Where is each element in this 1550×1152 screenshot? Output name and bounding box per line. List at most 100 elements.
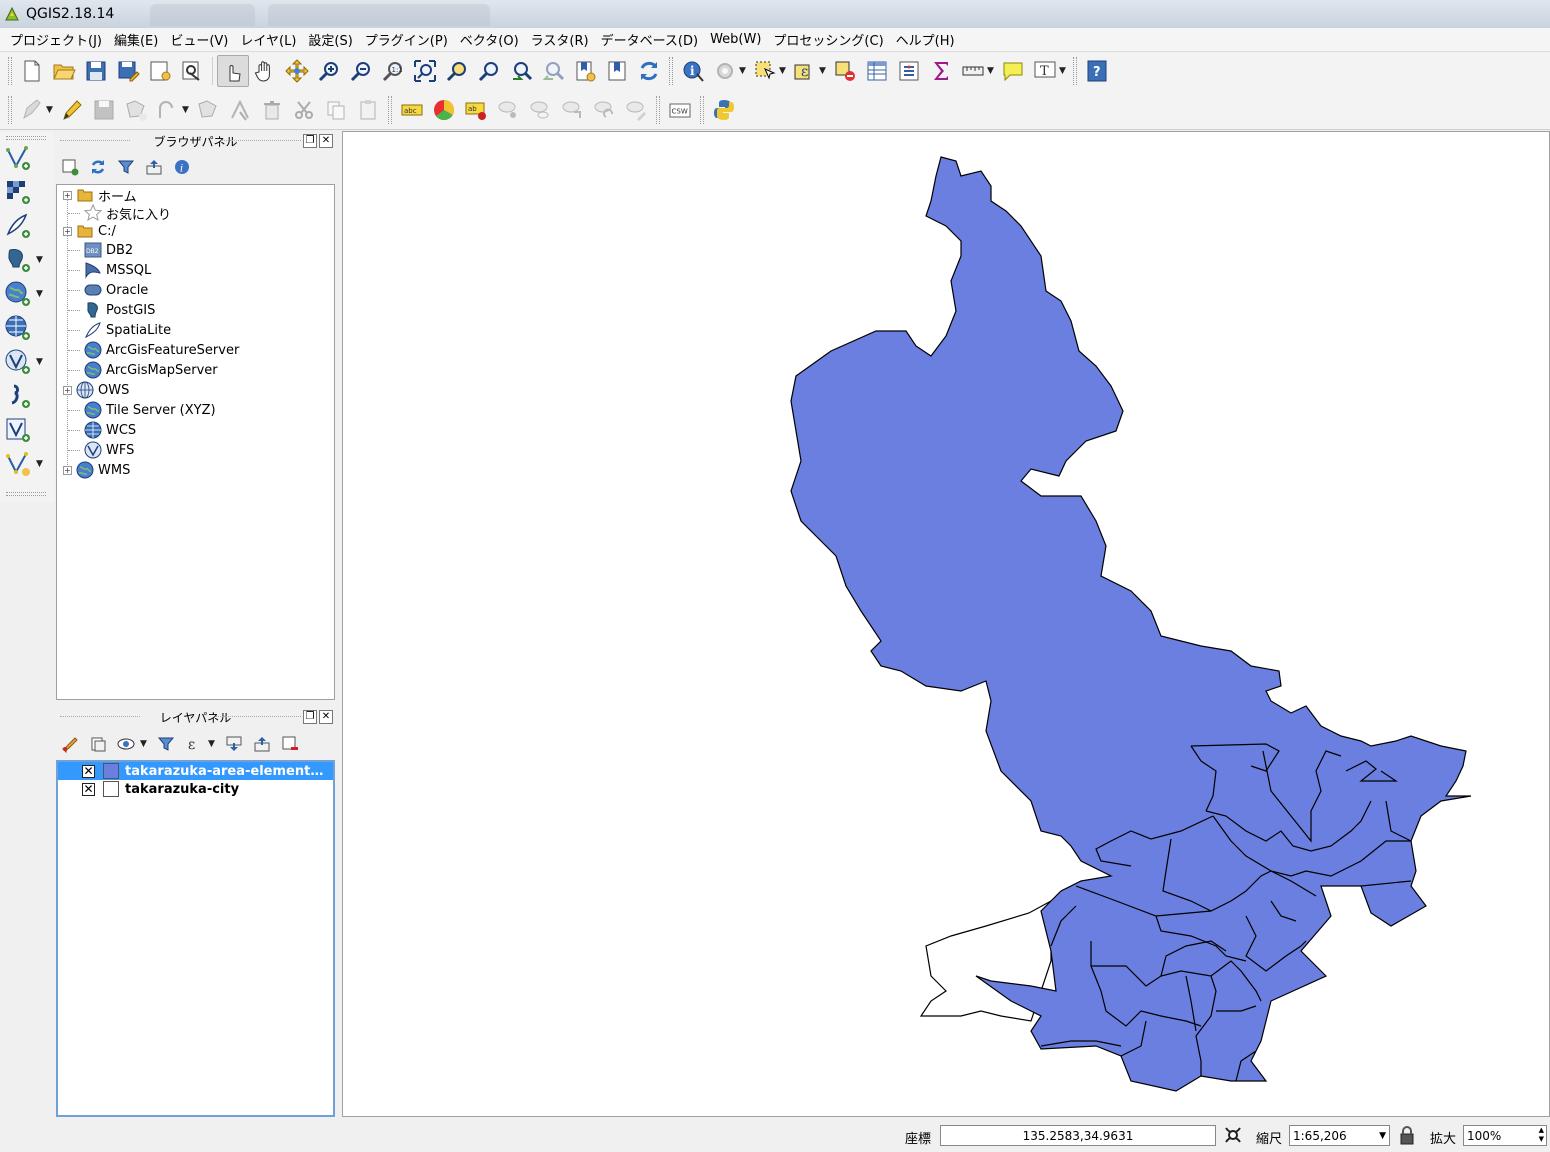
layer-row-takarazuka-area-element[interactable]: ✕ takarazuka-area-element…: [58, 762, 333, 780]
menu-edit[interactable]: 編集(E): [108, 30, 164, 49]
layer-visibility-checkbox[interactable]: ✕: [82, 782, 95, 796]
paste-features-button[interactable]: [352, 94, 384, 126]
save-as-button[interactable]: [112, 55, 144, 87]
open-attribute-table-button[interactable]: [861, 55, 893, 87]
chevron-down-icon[interactable]: ▼: [36, 289, 44, 299]
lock-scale-icon[interactable]: [1396, 1124, 1418, 1146]
filter-legend-button[interactable]: [154, 732, 178, 756]
remove-layer-button[interactable]: [278, 732, 302, 756]
toolbar-grip[interactable]: [8, 57, 12, 85]
new-shapefile-layer-button[interactable]: ▼: [4, 448, 50, 480]
collapse-all-button[interactable]: [142, 155, 166, 179]
layer-labeling-options-button[interactable]: abc: [396, 94, 428, 126]
highlight-pinned-labels-button[interactable]: ab: [460, 94, 492, 126]
rotate-label-button[interactable]: [588, 94, 620, 126]
layer-symbol-swatch[interactable]: [103, 763, 119, 779]
move-label-button[interactable]: [556, 94, 588, 126]
enable-properties-button[interactable]: i: [170, 155, 194, 179]
menu-project[interactable]: プロジェクト(J): [4, 30, 108, 49]
new-bookmark-button[interactable]: [569, 55, 601, 87]
show-bookmarks-button[interactable]: [601, 55, 633, 87]
add-vector-layer-button[interactable]: [4, 142, 50, 174]
statistical-summary-button[interactable]: [925, 55, 957, 87]
zoom-in-button[interactable]: [313, 55, 345, 87]
float-panel-button[interactable]: ❐: [303, 710, 317, 724]
select-features-button[interactable]: [749, 55, 781, 87]
browser-item-db2[interactable]: DB2 DB2: [57, 239, 133, 261]
chevron-down-icon[interactable]: ▼: [36, 255, 44, 265]
zoom-to-layer-button[interactable]: [473, 55, 505, 87]
help-contents-button[interactable]: ?: [1081, 55, 1113, 87]
toolbar-grip[interactable]: [8, 95, 12, 124]
add-delimited-text-layer-button[interactable]: [4, 380, 50, 412]
scale-combobox[interactable]: 1:65,206 ▼: [1289, 1125, 1390, 1146]
copy-features-button[interactable]: [320, 94, 352, 126]
layer-visibility-checkbox[interactable]: ✕: [82, 764, 95, 778]
filter-by-expression-button[interactable]: ε: [182, 732, 206, 756]
browser-refresh-button[interactable]: [86, 155, 110, 179]
layer-styling-button[interactable]: [58, 732, 82, 756]
menu-layer[interactable]: レイヤ(L): [234, 30, 302, 49]
manage-map-themes-button[interactable]: [114, 732, 138, 756]
add-wms-layer-button[interactable]: ▼: [4, 278, 50, 310]
chevron-down-icon[interactable]: ▼: [140, 739, 148, 749]
chevron-down-icon[interactable]: ▼: [36, 459, 44, 469]
add-spatialite-layer-button[interactable]: [4, 210, 50, 242]
deselect-features-button[interactable]: [829, 55, 861, 87]
toolbar-grip[interactable]: [669, 57, 673, 85]
zoom-full-button[interactable]: [409, 55, 441, 87]
add-feature-button[interactable]: [120, 94, 152, 126]
zoom-to-selection-button[interactable]: [441, 55, 473, 87]
expand-icon[interactable]: +: [63, 226, 72, 236]
new-project-button[interactable]: [16, 55, 48, 87]
magnifier-spinbox[interactable]: 100% ▲ ▼: [1463, 1125, 1547, 1146]
pin-unpin-labels-button[interactable]: [492, 94, 524, 126]
browser-item-wfs[interactable]: WFS: [57, 439, 134, 461]
new-print-composer-button[interactable]: [144, 55, 176, 87]
toolbar-grip[interactable]: [700, 95, 704, 124]
open-project-button[interactable]: [48, 55, 80, 87]
add-wfs-layer-button[interactable]: ▼: [4, 346, 50, 378]
layer-row-takarazuka-city[interactable]: ✕ takarazuka-city: [58, 780, 333, 798]
toolbar-grip[interactable]: [6, 492, 46, 496]
layer-diagram-options-button[interactable]: [428, 94, 460, 126]
pan-map-button[interactable]: [249, 55, 281, 87]
browser-filter-button[interactable]: [114, 155, 138, 179]
menu-processing[interactable]: プロセッシング(C): [767, 30, 889, 49]
chevron-down-icon[interactable]: ▼: [819, 66, 827, 76]
menu-raster[interactable]: ラスタ(R): [525, 30, 595, 49]
map-svg[interactable]: [343, 132, 1550, 1118]
change-label-button[interactable]: [620, 94, 652, 126]
zoom-out-button[interactable]: [345, 55, 377, 87]
add-group-button[interactable]: [86, 732, 110, 756]
save-project-button[interactable]: [80, 55, 112, 87]
add-wcs-layer-button[interactable]: [4, 312, 50, 344]
cut-features-button[interactable]: [288, 94, 320, 126]
close-panel-button[interactable]: ✕: [319, 710, 333, 724]
add-postgis-layer-button[interactable]: ▼: [4, 244, 50, 276]
expand-icon[interactable]: +: [63, 190, 72, 200]
current-edits-button[interactable]: [16, 94, 48, 126]
browser-item-wcs[interactable]: WCS: [57, 419, 136, 441]
add-selected-layers-button[interactable]: [58, 155, 82, 179]
toolbar-grip[interactable]: [388, 95, 392, 124]
browser-item-mssql[interactable]: MSSQL: [57, 259, 151, 281]
metasearch-csw-button[interactable]: CSW: [664, 94, 696, 126]
toolbar-grip[interactable]: [6, 136, 46, 140]
browser-tree[interactable]: + ホーム お気に入り + C:/ DB2 DB2 MSSQL Oracle P…: [56, 184, 335, 700]
menu-help[interactable]: ヘルプ(H): [890, 30, 961, 49]
map-canvas[interactable]: [342, 131, 1550, 1117]
refresh-button[interactable]: [633, 55, 665, 87]
browser-item-ows[interactable]: + OWS: [57, 379, 129, 401]
add-raster-layer-button[interactable]: [4, 176, 50, 208]
chevron-down-icon[interactable]: ▼: [987, 66, 995, 76]
browser-item-home[interactable]: + ホーム: [57, 185, 137, 205]
browser-item-oracle[interactable]: Oracle: [57, 279, 148, 301]
zoom-next-button[interactable]: [537, 55, 569, 87]
menu-database[interactable]: データベース(D): [595, 30, 705, 49]
expand-icon[interactable]: +: [63, 465, 72, 475]
chevron-down-icon[interactable]: ▼: [46, 105, 54, 115]
composer-manager-button[interactable]: [176, 55, 208, 87]
chevron-down-icon[interactable]: ▼: [1059, 66, 1067, 76]
spin-arrows-icon[interactable]: ▲ ▼: [1539, 1126, 1544, 1144]
